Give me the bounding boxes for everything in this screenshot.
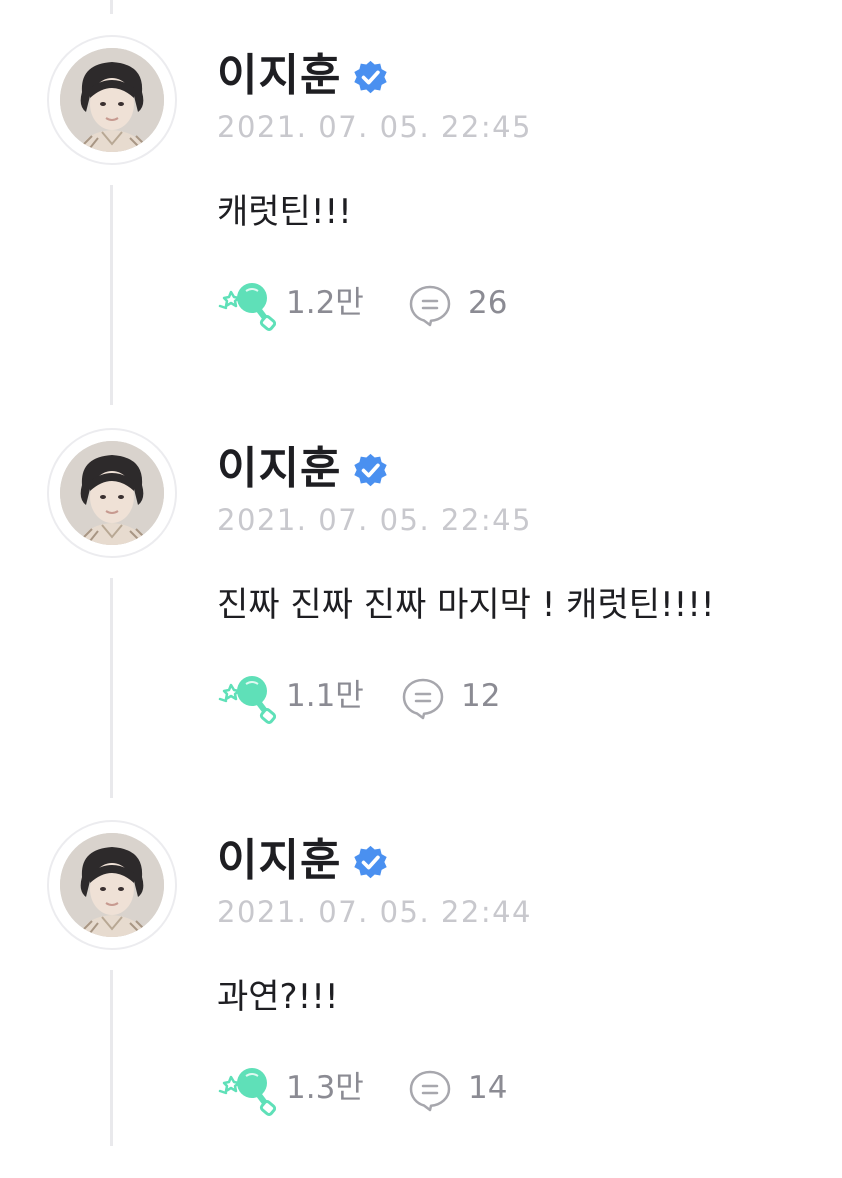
- thread-connector: [110, 578, 113, 798]
- lightstick-icon[interactable]: [218, 1063, 276, 1117]
- avatar[interactable]: [47, 428, 177, 558]
- avatar-photo: [60, 441, 164, 545]
- verified-check-icon: [354, 845, 387, 879]
- author-name[interactable]: 이지훈: [217, 443, 341, 495]
- post-item[interactable]: 이지훈 2021. 07. 05. 22:45 캐럿틴!!! 1.2만 26: [0, 0, 842, 393]
- post-message: 진짜 진짜 진짜 마지막 ! 캐럿틴!!!!: [217, 585, 715, 625]
- like-count: 1.1만: [286, 678, 364, 714]
- lightstick-icon[interactable]: [218, 671, 276, 725]
- thread-connector: [110, 185, 113, 405]
- like-count: 1.3만: [286, 1070, 364, 1106]
- comment-bubble-icon[interactable]: [407, 1067, 453, 1113]
- like-count: 1.2만: [286, 285, 364, 321]
- avatar-photo: [60, 48, 164, 152]
- post-message: 과연?!!!: [217, 977, 339, 1017]
- avatar[interactable]: [47, 35, 177, 165]
- post-timestamp: 2021. 07. 05. 22:45: [217, 110, 532, 144]
- verified-check-icon: [354, 60, 387, 94]
- avatar[interactable]: [47, 820, 177, 950]
- comment-bubble-icon[interactable]: [400, 675, 446, 721]
- comment-bubble-icon[interactable]: [407, 282, 453, 328]
- avatar-photo: [60, 833, 164, 937]
- author-name[interactable]: 이지훈: [217, 50, 341, 102]
- comment-count: 26: [468, 285, 508, 321]
- post-timestamp: 2021. 07. 05. 22:45: [217, 503, 532, 537]
- post-message: 캐럿틴!!!: [217, 192, 352, 232]
- post-item[interactable]: 이지훈 2021. 07. 05. 22:45 진짜 진짜 진짜 마지막 ! 캐…: [0, 393, 842, 786]
- author-name[interactable]: 이지훈: [217, 835, 341, 887]
- post-timestamp: 2021. 07. 05. 22:44: [217, 895, 532, 929]
- post-item[interactable]: 이지훈 2021. 07. 05. 22:44 과연?!!! 1.3만 14: [0, 785, 842, 1178]
- verified-check-icon: [354, 453, 387, 487]
- thread-connector: [110, 970, 113, 1146]
- comment-count: 12: [461, 678, 501, 714]
- comment-count: 14: [468, 1070, 508, 1106]
- lightstick-icon[interactable]: [218, 278, 276, 332]
